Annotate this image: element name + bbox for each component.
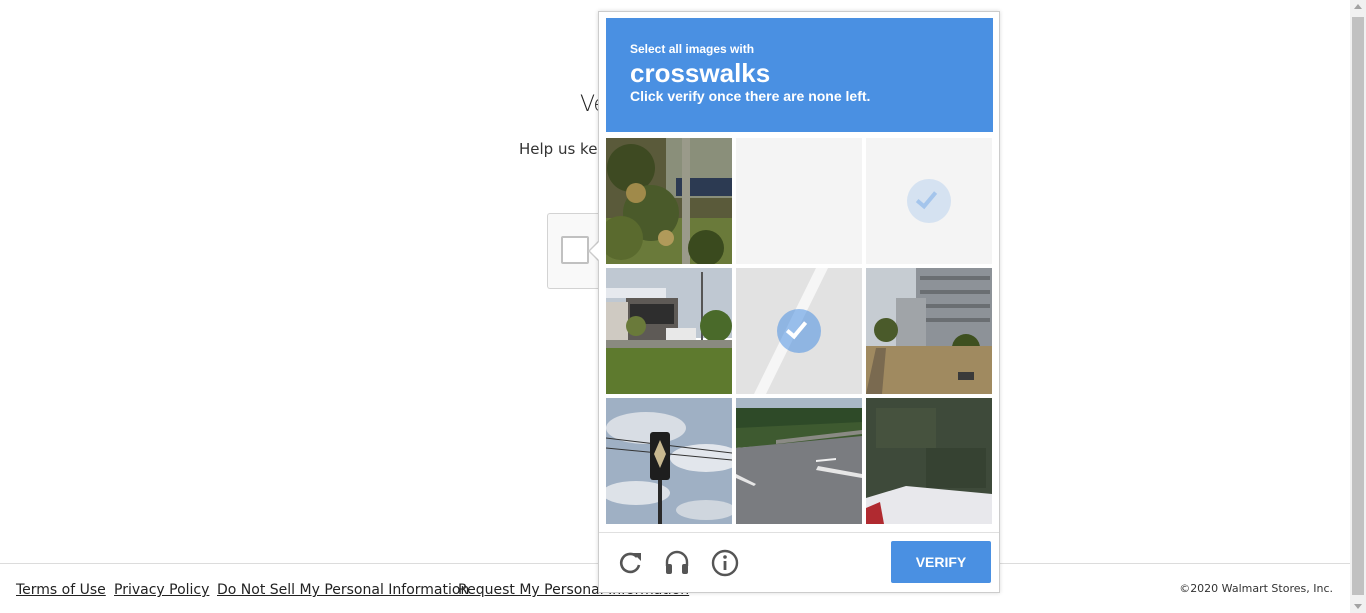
refresh-icon[interactable] [615, 548, 645, 578]
grass-car-image [866, 398, 992, 524]
apartment-building-image [866, 268, 992, 394]
verify-button[interactable]: VERIFY [891, 541, 991, 583]
traffic-signal-image [606, 398, 732, 524]
recaptcha-checkbox[interactable] [561, 236, 589, 264]
storefront-image [606, 268, 732, 394]
prompt-keyword: crosswalks [630, 58, 771, 88]
captcha-tile-7[interactable] [606, 398, 732, 524]
captcha-challenge-dialog: Select all images with crosswalks Click … [598, 11, 1000, 593]
highway-image [736, 398, 862, 524]
terms-of-use-link[interactable]: Terms of Use [16, 582, 106, 598]
scroll-down-icon[interactable] [1354, 604, 1362, 609]
captcha-tile-6[interactable] [866, 268, 992, 394]
scroll-thumb[interactable] [1352, 17, 1364, 595]
captcha-tile-5[interactable] [736, 268, 862, 394]
captcha-image-grid [606, 138, 996, 528]
captcha-prompt: Select all images with crosswalks Click … [606, 18, 993, 132]
captcha-tile-9[interactable] [866, 398, 992, 524]
page-scrollbar[interactable] [1350, 0, 1366, 613]
captcha-tile-8[interactable] [736, 398, 862, 524]
popup-pointer-inner [590, 241, 600, 261]
captcha-tile-2[interactable] [736, 138, 862, 264]
tree-pole-image [606, 138, 732, 264]
captcha-tile-3[interactable] [866, 138, 992, 264]
captcha-tile-4[interactable] [606, 268, 732, 394]
selected-check-icon [907, 179, 951, 223]
privacy-policy-link[interactable]: Privacy Policy [114, 582, 209, 598]
info-icon[interactable] [710, 548, 740, 578]
captcha-footer-divider [599, 532, 999, 533]
audio-challenge-icon[interactable] [662, 548, 692, 578]
prompt-instruction: Select all images with [630, 42, 755, 56]
do-not-sell-link[interactable]: Do Not Sell My Personal Information [217, 582, 469, 598]
scroll-up-icon[interactable] [1354, 4, 1362, 9]
prompt-hint: Click verify once there are none left. [630, 88, 871, 104]
captcha-tile-1[interactable] [606, 138, 732, 264]
selected-check-icon [777, 309, 821, 353]
copyright-text: ©2020 Walmart Stores, Inc. [1179, 582, 1333, 595]
page-subtitle: Help us kee [519, 140, 607, 158]
